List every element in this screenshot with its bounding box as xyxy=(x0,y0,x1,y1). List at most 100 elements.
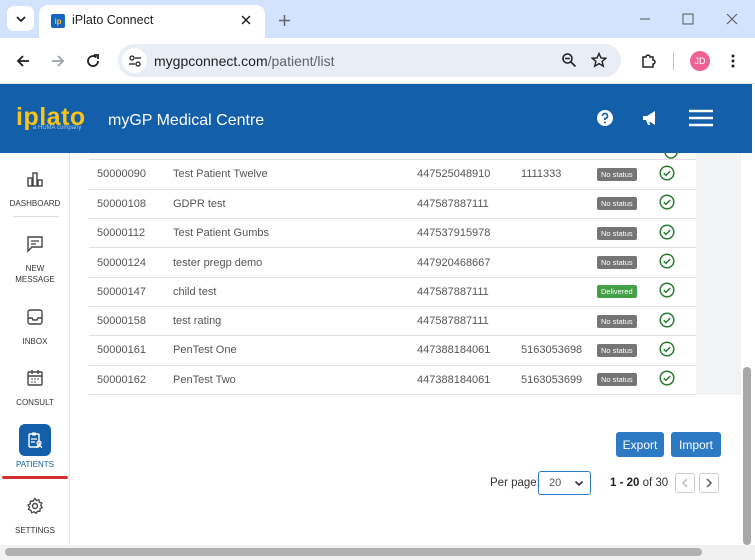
sidebar-item-label: DASHBOARD xyxy=(9,199,61,208)
per-page-select[interactable]: 20 xyxy=(538,471,591,495)
more-vertical-icon xyxy=(731,54,735,68)
message-icon xyxy=(19,228,51,260)
table-row[interactable]: 50000090 Test Patient Twelve 44752504891… xyxy=(89,160,696,190)
hamburger-menu-button[interactable] xyxy=(688,107,714,129)
status-badge: Delivered xyxy=(597,285,637,299)
browser-menu-button[interactable] xyxy=(722,50,744,72)
next-page-button[interactable] xyxy=(699,473,719,493)
sidebar-divider xyxy=(13,216,59,217)
patient-phone-cell: 447920468667 xyxy=(417,247,521,278)
sidebar-item-consult[interactable]: CONSULT xyxy=(0,362,70,408)
table-row[interactable]: 50000162 PenTest Two 447388184061 516305… xyxy=(89,365,696,395)
chevron-left-icon xyxy=(681,478,688,488)
status-badge: No status xyxy=(597,343,637,357)
patient-table: 50000090 Test Patient Twelve 44752504891… xyxy=(89,160,696,395)
tab-search-button[interactable] xyxy=(7,6,34,31)
browser-title-bar: ip iPlato Connect xyxy=(0,0,755,38)
close-icon xyxy=(726,13,738,25)
patient-name-cell[interactable]: GDPR test xyxy=(173,189,417,220)
patient-name-cell[interactable]: PenTest One xyxy=(173,335,417,366)
patient-name-cell[interactable]: tester pregp demo xyxy=(173,247,417,278)
status-badge: No status xyxy=(597,256,637,270)
patient-phone-cell: 447537915978 xyxy=(417,218,521,249)
table-row[interactable]: 50000158 test rating 447587887111 No sta… xyxy=(89,306,696,337)
sidebar-item-inbox[interactable]: INBOX xyxy=(0,301,70,347)
maximize-icon xyxy=(682,13,694,25)
sidebar-item-label: NEW MESSAGE xyxy=(15,264,55,284)
patient-nhs-cell xyxy=(521,277,597,307)
announcements-button[interactable] xyxy=(640,107,662,129)
patient-phone-cell: 447587887111 xyxy=(417,189,521,220)
sidebar-item-settings[interactable]: SETTINGS xyxy=(0,490,70,536)
bookmark-button[interactable] xyxy=(588,49,610,71)
address-bar[interactable]: mygpconnect.com/patient/list xyxy=(118,44,621,77)
patient-name-cell[interactable]: Test Patient Gumbs xyxy=(173,218,417,249)
export-button[interactable]: Export xyxy=(616,432,664,457)
minimize-icon xyxy=(640,18,650,20)
patient-id-cell: 50000147 xyxy=(89,277,173,307)
minimize-button[interactable] xyxy=(633,8,657,30)
pagination-range: 1 - 20 of 30 xyxy=(610,477,668,489)
check-circle-icon xyxy=(659,312,675,328)
sidebar-item-new-message[interactable]: NEW MESSAGE xyxy=(0,228,70,285)
maximize-button[interactable] xyxy=(676,8,700,30)
patient-phone-cell: 447587887111 xyxy=(417,306,521,337)
arrow-right-icon xyxy=(52,55,65,67)
table-row[interactable]: 50000108 GDPR test 447587887111 No statu… xyxy=(89,189,696,220)
url-text: mygpconnect.com/patient/list xyxy=(154,53,335,69)
vertical-scrollbar[interactable] xyxy=(743,367,751,545)
import-button[interactable]: Import xyxy=(671,432,721,457)
forward-button[interactable] xyxy=(47,50,69,72)
megaphone-icon xyxy=(643,111,655,125)
extensions-button[interactable] xyxy=(637,50,659,72)
patient-id-cell: 50000108 xyxy=(89,189,173,220)
patient-nhs-cell: 5163053698 xyxy=(521,335,597,366)
patient-name-cell[interactable]: child test xyxy=(173,277,417,307)
browser-tab[interactable]: ip iPlato Connect xyxy=(39,5,265,38)
sidebar-item-patients[interactable]: PATIENTS xyxy=(0,424,70,470)
check-circle-icon xyxy=(659,253,675,269)
close-window-button[interactable] xyxy=(720,8,744,30)
reload-icon xyxy=(87,54,99,67)
patient-phone-cell: 447587887111 xyxy=(417,277,521,307)
reload-button[interactable] xyxy=(82,50,104,72)
site-info-button[interactable] xyxy=(122,48,147,73)
logo-subtext: a HUMA company xyxy=(33,125,82,131)
check-circle-icon xyxy=(659,282,675,298)
patient-name-cell[interactable]: PenTest Two xyxy=(173,365,417,395)
table-row[interactable]: 50000161 PenTest One 447388184061 516305… xyxy=(89,335,696,366)
patient-name-cell[interactable]: test rating xyxy=(173,306,417,337)
status-badge: No status xyxy=(597,167,637,181)
close-tab-button[interactable] xyxy=(237,11,255,29)
check-circle-icon xyxy=(659,194,675,210)
patient-id-cell: 50000124 xyxy=(89,247,173,278)
patient-id-cell: 50000161 xyxy=(89,335,173,366)
patient-id-cell: 50000158 xyxy=(89,306,173,337)
help-button[interactable] xyxy=(594,107,616,129)
tune-icon xyxy=(128,54,141,67)
close-icon xyxy=(241,15,251,25)
check-circle-icon xyxy=(659,165,675,181)
table-row[interactable]: 50000112 Test Patient Gumbs 447537915978… xyxy=(89,218,696,249)
range-total: of 30 xyxy=(642,477,669,489)
new-tab-button[interactable] xyxy=(273,9,295,31)
range-current: 1 - 20 xyxy=(610,477,640,489)
chevron-down-icon xyxy=(574,480,584,487)
table-row[interactable]: 50000147 child test 447587887111 Deliver… xyxy=(89,277,696,307)
toolbar-separator xyxy=(673,52,674,70)
zoom-button[interactable] xyxy=(558,49,580,71)
patient-phone-cell: 447525048910 xyxy=(417,160,521,190)
profile-avatar[interactable]: JD xyxy=(690,51,710,71)
table-row[interactable]: 50000124 tester pregp demo 447920468667 … xyxy=(89,247,696,278)
browser-toolbar: mygpconnect.com/patient/list JD xyxy=(0,38,755,84)
patient-name-cell[interactable]: Test Patient Twelve xyxy=(173,160,417,190)
horizontal-scrollbar[interactable] xyxy=(5,548,702,556)
back-button[interactable] xyxy=(12,50,34,72)
patient-id-cell: 50000162 xyxy=(89,365,173,395)
patients-icon xyxy=(19,424,51,456)
prev-page-button[interactable] xyxy=(675,473,695,493)
sidebar-item-dashboard[interactable]: DASHBOARD xyxy=(0,163,70,209)
puzzle-icon xyxy=(642,54,656,68)
arrow-left-icon xyxy=(16,55,29,67)
status-badge: No status xyxy=(597,314,637,328)
